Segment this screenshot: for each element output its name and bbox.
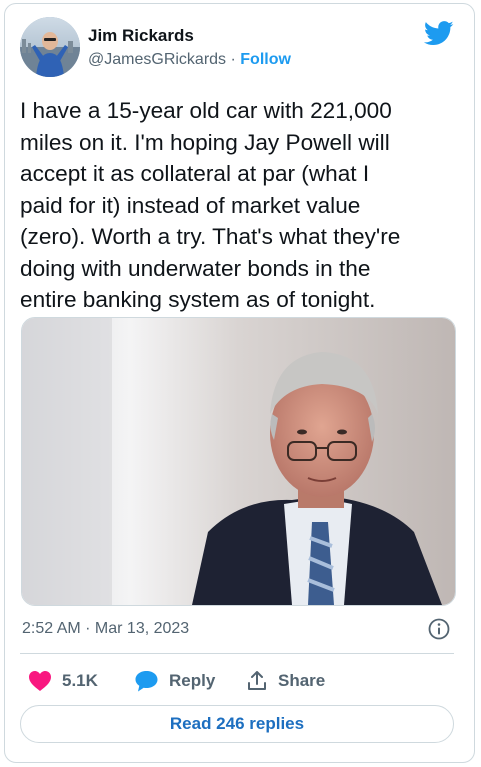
- tweet-time: 2:52 AM: [22, 620, 81, 637]
- like-button[interactable]: 5.1K: [28, 668, 98, 694]
- author-handle[interactable]: @JamesGRickards: [88, 51, 226, 68]
- share-upload-icon: [248, 671, 266, 690]
- author-name[interactable]: Jim Rickards: [88, 26, 194, 46]
- like-count: 5.1K: [62, 671, 98, 690]
- reply-button[interactable]: Reply: [134, 668, 215, 694]
- divider: [20, 653, 454, 654]
- tweet-text: I have a 15-year old car with 221,000 mi…: [20, 98, 401, 312]
- tweet-timestamp[interactable]: 2:52 AM · Mar 13, 2023: [22, 620, 189, 638]
- share-button[interactable]: Share: [246, 668, 325, 694]
- author-avatar[interactable]: [20, 17, 80, 77]
- heart-icon: [29, 671, 51, 691]
- tweet-date: Mar 13, 2023: [94, 620, 190, 637]
- author-handle-row: @JamesGRickards · Follow: [88, 51, 291, 69]
- follow-link[interactable]: Follow: [240, 51, 291, 68]
- avatar-photo: [20, 17, 80, 77]
- info-icon[interactable]: [427, 617, 451, 641]
- tweet-photo-image: [22, 318, 455, 605]
- handle-separator: ·: [226, 51, 241, 68]
- reply-label: Reply: [169, 671, 216, 690]
- speech-bubble-icon: [135, 671, 158, 692]
- twitter-bird-icon[interactable]: [424, 21, 454, 46]
- tweet-photo[interactable]: [21, 317, 456, 606]
- date-separator: ·: [80, 620, 95, 637]
- read-replies-button[interactable]: Read 246 replies: [20, 705, 454, 743]
- share-label: Share: [278, 671, 326, 690]
